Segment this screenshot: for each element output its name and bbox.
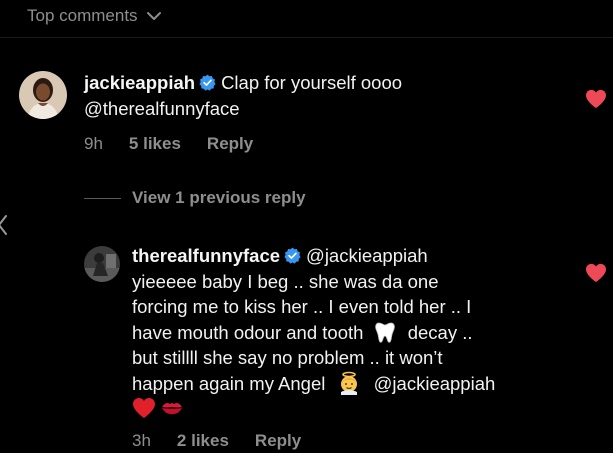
replies-line — [84, 197, 121, 199]
heart-icon[interactable] — [585, 263, 607, 283]
chevron-down-icon — [146, 12, 161, 20]
reply-button[interactable]: Reply — [255, 431, 301, 451]
chevron-left-icon[interactable] — [0, 213, 10, 237]
comment-body: jackieappiah Clap for yourself oooo @the… — [84, 70, 564, 121]
header-divider — [0, 37, 613, 38]
reply-line-1: yieeeee baby I beg .. she was da one — [132, 270, 439, 292]
reply-meta: 3h 2 likes Reply — [132, 431, 301, 451]
view-replies-label: View 1 previous reply — [132, 188, 306, 207]
comment-likes[interactable]: 5 likes — [129, 134, 181, 154]
reply-mention[interactable]: @jackieappiah — [306, 245, 428, 266]
reply-line-3b: decay .. — [407, 321, 473, 343]
reply-line-5a: happen again my Angel — [132, 372, 326, 394]
reply-line-2: forcing me to kiss her .. I even told he… — [132, 296, 472, 317]
red-heart-emoji — [132, 396, 156, 420]
reply-body: therealfunnyface @jackieappiah yieeeee b… — [132, 243, 602, 422]
verified-badge-icon — [284, 247, 301, 264]
sort-comments-button[interactable]: Top comments — [27, 6, 162, 26]
comment-mention[interactable]: @therealfunnyface — [84, 98, 240, 119]
verified-badge-icon — [199, 74, 216, 91]
view-previous-replies-button[interactable]: View 1 previous reply — [84, 188, 306, 208]
comment-meta: 9h 5 likes Reply — [84, 134, 253, 154]
reply-mention-end[interactable]: @jackieappiah — [374, 373, 496, 394]
reply-button[interactable]: Reply — [207, 134, 253, 154]
reply-line-3a: have mouth odour and tooth — [132, 321, 364, 343]
baby-angel-emoji — [337, 371, 361, 395]
kiss-mark-emoji — [160, 396, 184, 420]
reply-likes[interactable]: 2 likes — [177, 431, 229, 451]
avatar-jackieappiah[interactable] — [19, 71, 67, 119]
reply-line-4: but stillll she say no problem .. it won… — [132, 347, 443, 368]
tooth-emoji — [373, 320, 397, 344]
comment-username[interactable]: jackieappiah — [84, 72, 195, 93]
sort-label: Top comments — [27, 6, 138, 25]
reply-username[interactable]: therealfunnyface — [132, 245, 280, 266]
heart-icon[interactable] — [585, 89, 607, 109]
avatar-therealfunnyface[interactable] — [84, 246, 120, 282]
comment-time: 9h — [84, 134, 103, 153]
reply-time: 3h — [132, 431, 151, 450]
comment-text: Clap for yourself oooo — [221, 72, 403, 93]
